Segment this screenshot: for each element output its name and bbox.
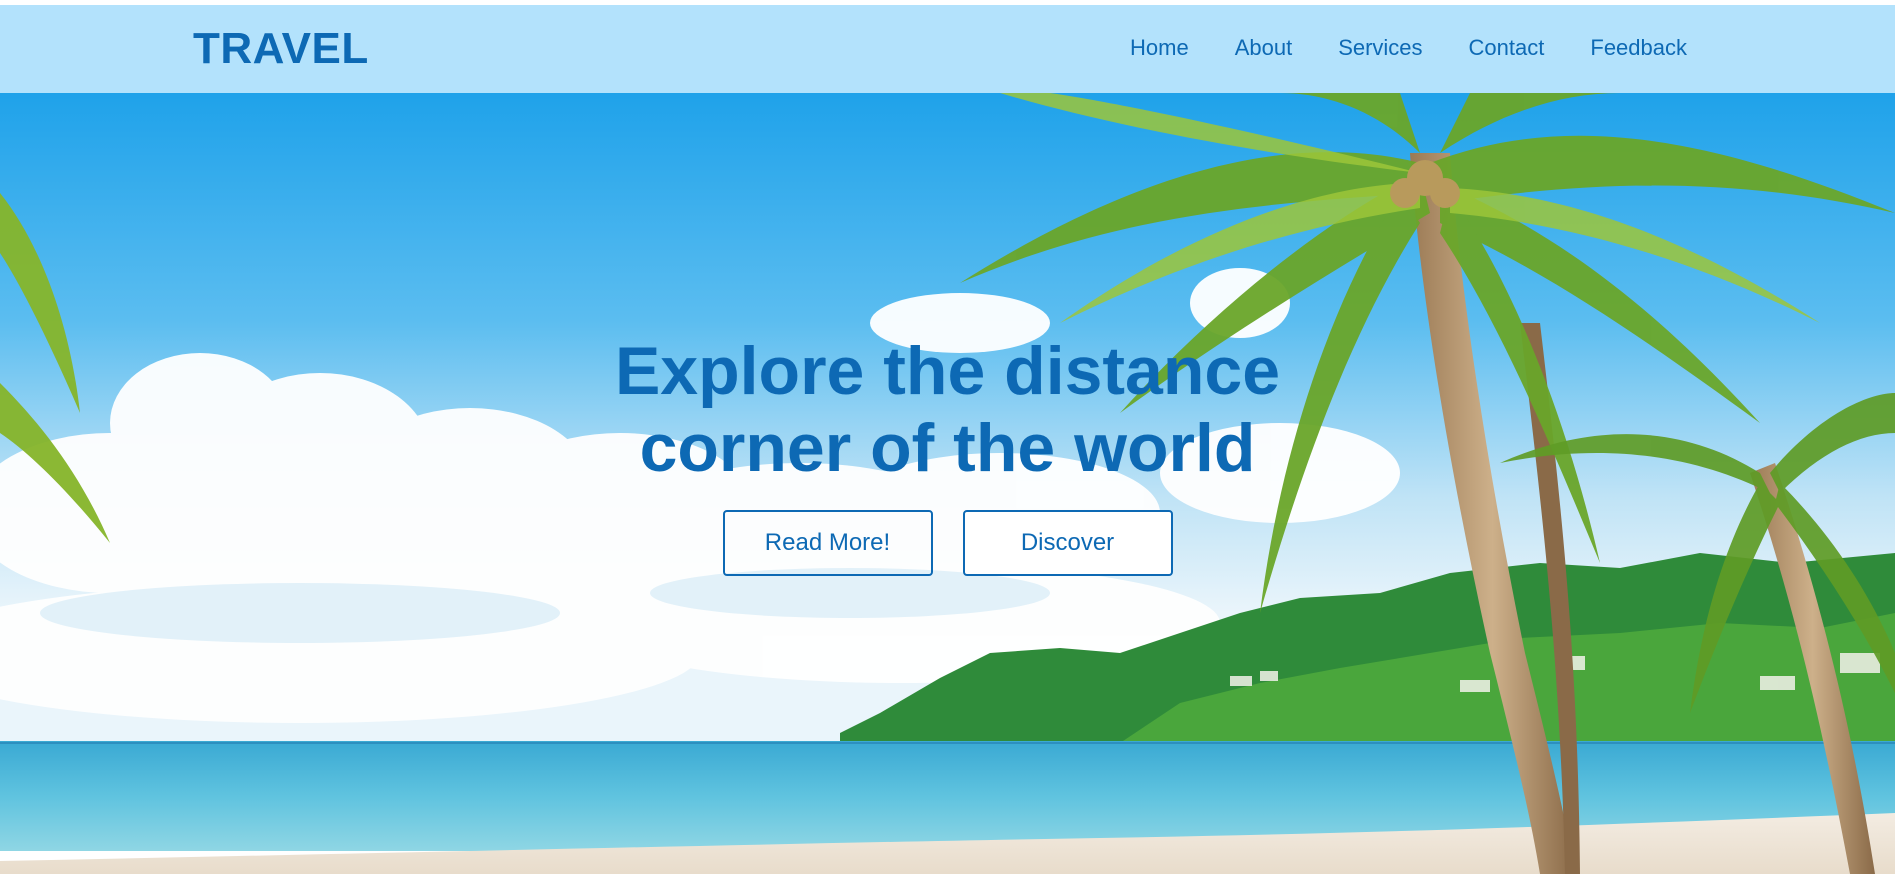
nav-links: Home About Services Contact Feedback bbox=[1084, 35, 1687, 61]
hero-title: Explore the distance corner of the world bbox=[498, 333, 1398, 487]
hero-title-line-2: corner of the world bbox=[639, 410, 1256, 486]
discover-button[interactable]: Discover bbox=[962, 510, 1173, 576]
nav-services[interactable]: Services bbox=[1338, 35, 1422, 61]
nav-about[interactable]: About bbox=[1235, 35, 1293, 61]
page: TRAVEL Home About Services Contact Feedb… bbox=[0, 0, 1895, 874]
nav-contact[interactable]: Contact bbox=[1469, 35, 1545, 61]
hero-section: Explore the distance corner of the world… bbox=[0, 93, 1895, 874]
read-more-button[interactable]: Read More! bbox=[722, 510, 933, 576]
hero-title-line-1: Explore the distance bbox=[614, 333, 1281, 409]
navbar: TRAVEL Home About Services Contact Feedb… bbox=[0, 5, 1895, 93]
hero-buttons: Read More! Discover bbox=[0, 510, 1895, 576]
hero-content: Explore the distance corner of the world… bbox=[0, 333, 1895, 576]
nav-home[interactable]: Home bbox=[1130, 35, 1189, 61]
nav-feedback[interactable]: Feedback bbox=[1590, 35, 1687, 61]
brand-logo[interactable]: TRAVEL bbox=[193, 24, 369, 74]
